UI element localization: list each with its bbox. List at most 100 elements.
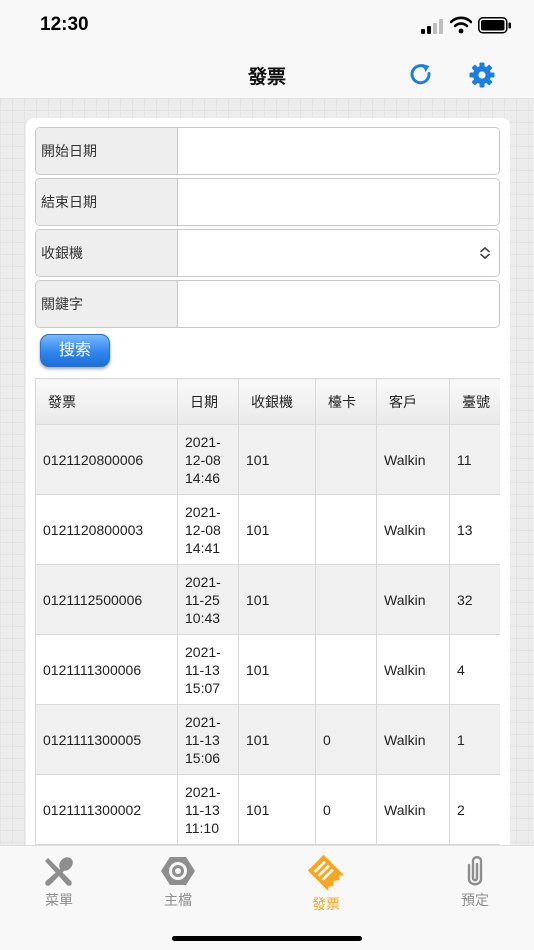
- battery-icon: [478, 17, 511, 34]
- register-label: 收銀機: [36, 230, 178, 276]
- search-button[interactable]: 搜索: [40, 334, 110, 367]
- page-title: 發票: [247, 67, 286, 88]
- table-number-cell: 13: [449, 494, 500, 565]
- start-date-label: 開始日期: [36, 128, 178, 174]
- date-time: 14:46: [185, 469, 221, 486]
- keyword-input[interactable]: [179, 281, 499, 327]
- invoice-search-card: 開始日期 結束日期 收銀機 關鍵字 搜索 發票 日期 收銀機 檯卡 客戶 臺號 …: [26, 118, 510, 845]
- card-cell: [315, 424, 377, 495]
- home-indicator: [172, 936, 362, 941]
- date-cell: 2021- 11-25 10:43: [177, 564, 239, 635]
- invoice-number-cell: 0121112500006: [35, 564, 178, 635]
- card-cell: [315, 564, 377, 635]
- card-cell: [315, 634, 377, 705]
- header-register[interactable]: 收銀機: [238, 378, 316, 425]
- navigation-bar: 發票: [0, 52, 534, 98]
- date-month-day: 11-13: [185, 731, 220, 748]
- invoice-table-container[interactable]: 發票 日期 收銀機 檯卡 客戶 臺號 0121120800006 2021- 12…: [35, 378, 500, 845]
- date-cell: 2021- 12-08 14:41: [177, 494, 239, 565]
- header-card[interactable]: 檯卡: [315, 378, 377, 425]
- end-date-row: 結束日期: [35, 178, 500, 226]
- invoice-number-cell: 0121111300002: [35, 774, 178, 845]
- date-month-day: 12-08: [185, 521, 221, 538]
- register-row: 收銀機: [35, 229, 500, 277]
- status-time: 12:30: [40, 14, 89, 35]
- table-row[interactable]: 0121111300005 2021- 11-13 15:06 101 0 Walk…: [35, 704, 500, 775]
- header-date[interactable]: 日期: [177, 378, 239, 425]
- keyword-row: 關鍵字: [35, 280, 500, 328]
- date-year: 2021-: [185, 713, 221, 730]
- settings-gear-icon[interactable]: [468, 61, 496, 89]
- date-year: 2021-: [185, 643, 221, 660]
- end-date-label: 結束日期: [36, 179, 178, 225]
- date-cell: 2021- 11-13 15:06: [177, 704, 239, 775]
- gear-icon: [161, 857, 195, 885]
- table-row[interactable]: 0121111300006 2021- 11-13 15:07 101 Walkin…: [35, 634, 500, 705]
- select-chevron-icon: [480, 246, 490, 260]
- header-table-no[interactable]: 臺號: [449, 378, 500, 425]
- date-time: 11:10: [185, 819, 219, 836]
- register-cell: 101: [238, 494, 316, 565]
- date-month-day: 11-13: [185, 801, 220, 818]
- customer-cell: Walkin: [376, 424, 450, 495]
- date-year: 2021-: [185, 433, 221, 450]
- card-cell: 0: [315, 774, 377, 845]
- table-header-row: 發票 日期 收銀機 檯卡 客戶 臺號: [35, 378, 500, 425]
- register-cell: 101: [238, 774, 316, 845]
- start-date-input[interactable]: [179, 128, 499, 174]
- customer-cell: Walkin: [376, 564, 450, 635]
- receipt-icon: [307, 854, 345, 892]
- table-number-cell: 1: [449, 704, 500, 775]
- date-cell: 2021- 11-13 11:10: [177, 774, 239, 845]
- tab-invoice-label: 發票: [312, 896, 340, 912]
- register-cell: 101: [238, 704, 316, 775]
- date-time: 15:07: [185, 679, 221, 696]
- tab-invoice[interactable]: 發票: [281, 854, 371, 914]
- register-select[interactable]: [179, 230, 499, 276]
- invoice-number-cell: 0121111300005: [35, 704, 178, 775]
- header-invoice[interactable]: 發票: [35, 378, 178, 425]
- date-month-day: 11-13: [185, 661, 220, 678]
- table-row[interactable]: 0121120800003 2021- 12-08 14:41 101 Walkin…: [35, 494, 500, 565]
- date-year: 2021-: [185, 573, 221, 590]
- status-bar: 12:30: [0, 0, 534, 52]
- tab-bar: 菜單 主檔 發票 預定: [0, 845, 534, 950]
- tab-master-data-label: 主檔: [164, 892, 192, 908]
- table-row[interactable]: 0121112500006 2021- 11-25 10:43 101 Walkin…: [35, 564, 500, 635]
- customer-cell: Walkin: [376, 704, 450, 775]
- invoice-number-cell: 0121120800003: [35, 494, 178, 565]
- card-cell: 0: [315, 704, 377, 775]
- utensils-icon: [45, 857, 73, 886]
- register-cell: 101: [238, 564, 316, 635]
- register-cell: 101: [238, 634, 316, 705]
- customer-cell: Walkin: [376, 774, 450, 845]
- cellular-signal-icon: [421, 19, 443, 34]
- date-time: 15:06: [185, 749, 221, 766]
- register-cell: 101: [238, 424, 316, 495]
- tab-master-data[interactable]: 主檔: [133, 854, 223, 910]
- end-date-input[interactable]: [179, 179, 499, 225]
- card-cell: [315, 494, 377, 565]
- date-time: 10:43: [185, 609, 221, 626]
- table-number-cell: 32: [449, 564, 500, 635]
- date-cell: 2021- 11-13 15:07: [177, 634, 239, 705]
- date-time: 14:41: [185, 539, 221, 556]
- table-row[interactable]: 0121111300002 2021- 11-13 11:10 101 0 Walk…: [35, 774, 500, 845]
- paperclip-icon: [467, 856, 483, 886]
- refresh-icon[interactable]: [407, 61, 435, 89]
- customer-cell: Walkin: [376, 494, 450, 565]
- tab-reservation-label: 預定: [461, 892, 489, 908]
- date-year: 2021-: [185, 783, 221, 800]
- table-number-cell: 11: [449, 424, 500, 495]
- keyword-label: 關鍵字: [36, 281, 178, 327]
- invoice-number-cell: 0121111300006: [35, 634, 178, 705]
- start-date-row: 開始日期: [35, 127, 500, 175]
- header-customer[interactable]: 客戶: [376, 378, 450, 425]
- tab-reservation[interactable]: 預定: [430, 854, 520, 910]
- date-month-day: 11-25: [185, 591, 220, 608]
- table-number-cell: 4: [449, 634, 500, 705]
- table-row[interactable]: 0121120800006 2021- 12-08 14:46 101 Walkin…: [35, 424, 500, 495]
- date-cell: 2021- 12-08 14:46: [177, 424, 239, 495]
- date-year: 2021-: [185, 503, 221, 520]
- tab-menu[interactable]: 菜單: [14, 854, 104, 910]
